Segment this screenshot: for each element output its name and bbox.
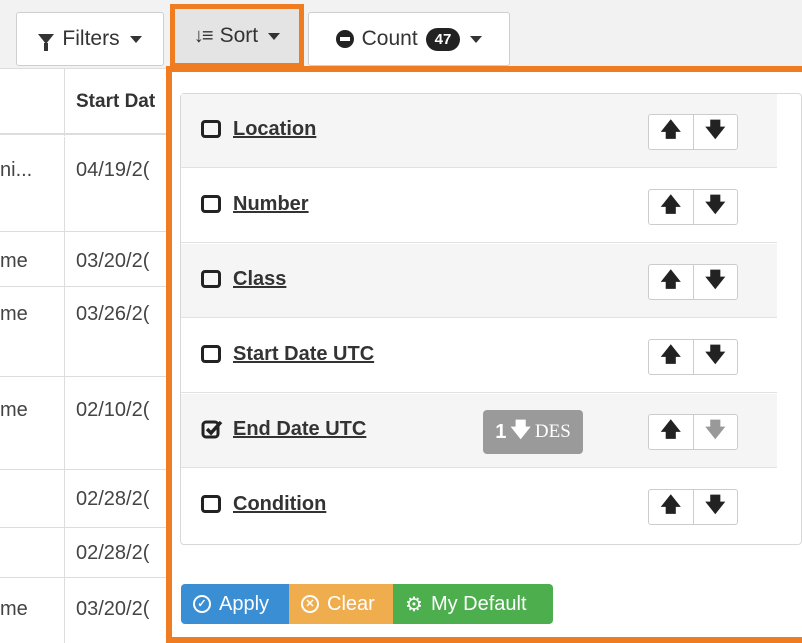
sort-order-toggle: 🡅 🡇 [648,339,738,375]
arrow-up-icon[interactable]: 🡅 [649,340,694,374]
checkbox[interactable] [201,120,221,138]
sort-field-label[interactable]: Start Date UTC [233,343,374,366]
table-cell: 02/28/2( [76,488,150,510]
table-row[interactable]: me 03/20/2( [0,232,180,287]
check-circle-icon: ✓ [193,595,211,613]
column-header-start-date[interactable]: Start Dat [76,91,155,113]
arrow-up-icon[interactable]: 🡅 [649,190,694,224]
clear-label: Clear [327,592,375,615]
sort-field-label[interactable]: End Date UTC [233,418,366,441]
sort-order-toggle: 🡅 🡇 [648,489,738,525]
sort-field-label[interactable]: Number [233,193,309,216]
arrow-down-icon: 🡇 [510,419,531,441]
table-row[interactable]: me 03/26/2( [0,287,180,377]
arrow-down-icon[interactable]: 🡇 [694,340,738,374]
times-circle-icon: ✕ [301,595,319,613]
sort-order-badge[interactable]: 1 🡇 DES [483,410,583,454]
sort-field-end-date: End Date UTC 1 🡇 DES 🡅 🡇 [181,394,777,468]
count-button[interactable]: Count 47 [308,12,510,66]
sort-order-index: 1 [495,420,507,443]
sort-field-location: Location 🡅 🡇 [181,94,777,168]
table-cell: ni... [0,159,33,181]
sort-order-toggle: 🡅 🡇 [648,414,738,450]
table-cell: 02/28/2( [76,542,150,564]
my-default-button[interactable]: ⚙ My Default [393,584,553,624]
sort-order-toggle: 🡅 🡇 [648,264,738,300]
checkbox-checked[interactable] [201,420,223,439]
table-cell: me [0,303,28,325]
sort-order-toggle: 🡅 🡇 [648,114,738,150]
table-cell: me [0,250,28,272]
chevron-down-icon [129,35,142,43]
chevron-down-icon [470,35,483,43]
arrow-down-icon[interactable]: 🡇 [694,265,738,299]
gear-icon: ⚙ [405,593,423,616]
chevron-down-icon [268,32,281,40]
sort-field-label[interactable]: Class [233,268,286,291]
table-row[interactable]: 02/28/2( [0,528,180,578]
apply-button[interactable]: ✓ Apply [181,584,289,624]
table-cell: 03/20/2( [76,598,150,620]
sort-field-label[interactable]: Location [233,118,316,141]
checkbox[interactable] [201,345,221,363]
checkbox[interactable] [201,495,221,513]
table-cell: 04/19/2( [76,159,150,181]
my-default-label: My Default [430,592,527,615]
sort-order-direction: DES [534,421,571,442]
table-header: Start Dat [0,68,180,136]
table-cell: me [0,598,28,620]
table-row[interactable]: me 03/20/2( [0,578,180,643]
data-table: Start Dat ni... 04/19/2( me 03/20/2( me … [0,68,180,643]
arrow-up-icon[interactable]: 🡅 [649,490,694,524]
arrow-up-icon[interactable]: 🡅 [649,265,694,299]
filter-icon [38,34,55,51]
table-row[interactable]: ni... 04/19/2( [0,137,180,232]
minus-circle-icon [335,30,354,48]
sort-label: Sort [219,24,259,47]
apply-label: Apply [219,592,270,615]
table-cell: 02/10/2( [76,399,150,421]
sort-field-label[interactable]: Condition [233,493,326,516]
sort-field-number: Number 🡅 🡇 [181,169,777,243]
table-cell: me [0,399,28,421]
table-cell: 03/20/2( [76,250,150,272]
checkbox[interactable] [201,195,221,213]
arrow-up-icon[interactable]: 🡅 [649,415,694,449]
sort-order-toggle: 🡅 🡇 [648,189,738,225]
arrow-down-icon[interactable]: 🡇 [694,490,738,524]
arrow-up-icon[interactable]: 🡅 [649,115,694,149]
filters-label: Filters [62,27,120,50]
count-label: Count [361,27,418,50]
arrow-down-icon[interactable]: 🡇 [694,190,738,224]
checkbox[interactable] [201,270,221,288]
sort-icon: ↓≡ [193,24,214,47]
filters-button[interactable]: Filters [16,12,164,66]
table-row[interactable]: me 02/10/2( [0,377,180,470]
arrow-down-icon: 🡇 [704,419,726,441]
sort-button[interactable]: ↓≡ Sort [170,4,304,68]
clear-button[interactable]: ✕ Clear [289,584,393,624]
sort-field-class: Class 🡅 🡇 [181,244,777,318]
table-row[interactable]: 02/28/2( [0,470,180,528]
arrow-down-icon[interactable]: 🡇 [694,115,738,149]
count-badge: 47 [425,27,461,51]
table-cell: 03/26/2( [76,303,150,325]
sort-field-condition: Condition 🡅 🡇 [181,469,777,543]
sort-field-start-date: Start Date UTC 🡅 🡇 [181,319,777,393]
